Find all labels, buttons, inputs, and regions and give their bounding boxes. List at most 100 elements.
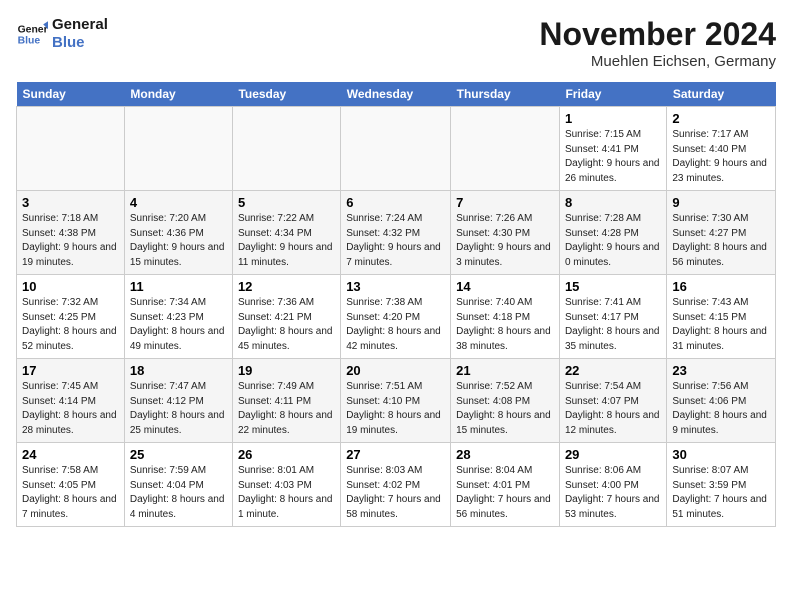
day-info: Sunrise: 7:52 AMSunset: 4:08 PMDaylight:… <box>456 380 554 438</box>
day-number: 23 <box>672 363 770 378</box>
day-info: Sunrise: 7:28 AMSunset: 4:28 PMDaylight:… <box>565 212 661 270</box>
location-title: Muehlen Eichsen, Germany <box>539 53 776 70</box>
day-number: 18 <box>130 363 227 378</box>
week-row-4: 17Sunrise: 7:45 AMSunset: 4:14 PMDayligh… <box>17 359 776 443</box>
day-info: Sunrise: 7:22 AMSunset: 4:34 PMDaylight:… <box>238 212 335 270</box>
calendar-cell: 8Sunrise: 7:28 AMSunset: 4:28 PMDaylight… <box>559 191 666 275</box>
day-number: 10 <box>22 279 119 294</box>
day-info: Sunrise: 7:15 AMSunset: 4:41 PMDaylight:… <box>565 128 661 186</box>
calendar-cell: 13 Sunrise: 7:38 AMSunset: 4:20 PMDayligh… <box>341 275 451 359</box>
calendar-cell: 14Sunrise: 7:40 AMSunset: 4:18 PMDayligh… <box>451 275 560 359</box>
calendar-cell: 9Sunrise: 7:30 AMSunset: 4:27 PMDaylight… <box>667 191 776 275</box>
day-info: Sunrise: 7:58 AMSunset: 4:05 PMDaylight:… <box>22 464 119 522</box>
day-number: 3 <box>22 195 119 210</box>
day-header-wednesday: Wednesday <box>341 82 451 107</box>
day-number: 25 <box>130 447 227 462</box>
calendar-cell: 20 Sunrise: 7:51 AMSunset: 4:10 PMDayligh… <box>341 359 451 443</box>
calendar-cell: 11Sunrise: 7:34 AMSunset: 4:23 PMDayligh… <box>124 275 232 359</box>
day-number: 1 <box>565 111 661 126</box>
calendar-cell <box>124 107 232 191</box>
day-info: Sunrise: 7:54 AMSunset: 4:07 PMDaylight:… <box>565 380 661 438</box>
day-number: 26 <box>238 447 335 462</box>
week-row-5: 24 Sunrise: 7:58 AMSunset: 4:05 PMDayligh… <box>17 443 776 527</box>
day-number: 15 <box>565 279 661 294</box>
calendar-cell: 27 Sunrise: 8:03 AMSunset: 4:02 PMDayligh… <box>341 443 451 527</box>
day-header-sunday: Sunday <box>17 82 125 107</box>
day-number: 14 <box>456 279 554 294</box>
day-number: 30 <box>672 447 770 462</box>
day-number: 13 <box>346 279 445 294</box>
calendar-cell: 5 Sunrise: 7:22 AMSunset: 4:34 PMDaylight… <box>232 191 340 275</box>
calendar-cell: 7 Sunrise: 7:26 AMSunset: 4:30 PMDaylight… <box>451 191 560 275</box>
day-info: Sunrise: 7:30 AMSunset: 4:27 PMDaylight:… <box>672 212 770 270</box>
calendar-cell: 26Sunrise: 8:01 AMSunset: 4:03 PMDayligh… <box>232 443 340 527</box>
day-info: Sunrise: 8:07 AMSunset: 3:59 PMDaylight:… <box>672 464 770 522</box>
day-header-monday: Monday <box>124 82 232 107</box>
day-info: Sunrise: 7:24 AMSunset: 4:32 PMDaylight:… <box>346 212 445 270</box>
day-info: Sunrise: 8:06 AMSunset: 4:00 PMDaylight:… <box>565 464 661 522</box>
day-info: Sunrise: 7:36 AMSunset: 4:21 PMDaylight:… <box>238 296 335 354</box>
day-info: Sunrise: 7:59 AMSunset: 4:04 PMDaylight:… <box>130 464 227 522</box>
day-header-saturday: Saturday <box>667 82 776 107</box>
page-header: General Blue General Blue November 2024 … <box>16 16 776 70</box>
calendar-cell: 30 Sunrise: 8:07 AMSunset: 3:59 PMDayligh… <box>667 443 776 527</box>
calendar-cell <box>341 107 451 191</box>
day-info: Sunrise: 8:04 AMSunset: 4:01 PMDaylight:… <box>456 464 554 522</box>
day-info: Sunrise: 7:20 AMSunset: 4:36 PMDaylight:… <box>130 212 227 270</box>
calendar-cell <box>451 107 560 191</box>
day-headers-row: SundayMondayTuesdayWednesdayThursdayFrid… <box>17 82 776 107</box>
day-info: Sunrise: 8:03 AMSunset: 4:02 PMDaylight:… <box>346 464 445 522</box>
day-number: 4 <box>130 195 227 210</box>
calendar-cell: 22Sunrise: 7:54 AMSunset: 4:07 PMDayligh… <box>559 359 666 443</box>
week-row-2: 3 Sunrise: 7:18 AMSunset: 4:38 PMDaylight… <box>17 191 776 275</box>
logo-icon: General Blue <box>16 18 48 50</box>
calendar-cell: 18 Sunrise: 7:47 AMSunset: 4:12 PMDayligh… <box>124 359 232 443</box>
calendar-cell: 25 Sunrise: 7:59 AMSunset: 4:04 PMDayligh… <box>124 443 232 527</box>
calendar-cell <box>232 107 340 191</box>
day-number: 21 <box>456 363 554 378</box>
day-number: 27 <box>346 447 445 462</box>
week-row-3: 10Sunrise: 7:32 AMSunset: 4:25 PMDayligh… <box>17 275 776 359</box>
day-number: 28 <box>456 447 554 462</box>
day-number: 24 <box>22 447 119 462</box>
week-row-1: 1 Sunrise: 7:15 AMSunset: 4:41 PMDaylight… <box>17 107 776 191</box>
day-info: Sunrise: 7:26 AMSunset: 4:30 PMDaylight:… <box>456 212 554 270</box>
month-title: November 2024 <box>539 16 776 53</box>
logo: General Blue General Blue <box>16 16 108 52</box>
svg-text:Blue: Blue <box>18 36 41 47</box>
day-info: Sunrise: 7:45 AMSunset: 4:14 PMDaylight:… <box>22 380 119 438</box>
calendar-cell: 16 Sunrise: 7:43 AMSunset: 4:15 PMDayligh… <box>667 275 776 359</box>
day-number: 20 <box>346 363 445 378</box>
day-number: 16 <box>672 279 770 294</box>
calendar-cell: 2 Sunrise: 7:17 AMSunset: 4:40 PMDaylight… <box>667 107 776 191</box>
day-number: 2 <box>672 111 770 126</box>
day-info: Sunrise: 7:41 AMSunset: 4:17 PMDaylight:… <box>565 296 661 354</box>
day-number: 11 <box>130 279 227 294</box>
day-number: 6 <box>346 195 445 210</box>
calendar-cell: 29 Sunrise: 8:06 AMSunset: 4:00 PMDayligh… <box>559 443 666 527</box>
day-number: 5 <box>238 195 335 210</box>
day-info: Sunrise: 7:51 AMSunset: 4:10 PMDaylight:… <box>346 380 445 438</box>
day-info: Sunrise: 7:18 AMSunset: 4:38 PMDaylight:… <box>22 212 119 270</box>
calendar-cell: 17Sunrise: 7:45 AMSunset: 4:14 PMDayligh… <box>17 359 125 443</box>
calendar-cell: 1 Sunrise: 7:15 AMSunset: 4:41 PMDaylight… <box>559 107 666 191</box>
logo-text-blue: Blue <box>52 34 108 52</box>
calendar-cell: 24 Sunrise: 7:58 AMSunset: 4:05 PMDayligh… <box>17 443 125 527</box>
day-info: Sunrise: 7:49 AMSunset: 4:11 PMDaylight:… <box>238 380 335 438</box>
title-area: November 2024 Muehlen Eichsen, Germany <box>539 16 776 70</box>
day-info: Sunrise: 7:38 AMSunset: 4:20 PMDaylight:… <box>346 296 445 354</box>
day-number: 29 <box>565 447 661 462</box>
calendar-cell: 12Sunrise: 7:36 AMSunset: 4:21 PMDayligh… <box>232 275 340 359</box>
day-number: 7 <box>456 195 554 210</box>
logo-text-general: General <box>52 16 108 34</box>
calendar-cell: 15 Sunrise: 7:41 AMSunset: 4:17 PMDayligh… <box>559 275 666 359</box>
day-info: Sunrise: 7:47 AMSunset: 4:12 PMDaylight:… <box>130 380 227 438</box>
calendar-cell: 19Sunrise: 7:49 AMSunset: 4:11 PMDayligh… <box>232 359 340 443</box>
calendar-cell <box>17 107 125 191</box>
calendar-cell: 21 Sunrise: 7:52 AMSunset: 4:08 PMDayligh… <box>451 359 560 443</box>
day-info: Sunrise: 7:43 AMSunset: 4:15 PMDaylight:… <box>672 296 770 354</box>
calendar-cell: 6 Sunrise: 7:24 AMSunset: 4:32 PMDaylight… <box>341 191 451 275</box>
day-header-thursday: Thursday <box>451 82 560 107</box>
day-info: Sunrise: 7:17 AMSunset: 4:40 PMDaylight:… <box>672 128 770 186</box>
calendar-cell: 3 Sunrise: 7:18 AMSunset: 4:38 PMDaylight… <box>17 191 125 275</box>
